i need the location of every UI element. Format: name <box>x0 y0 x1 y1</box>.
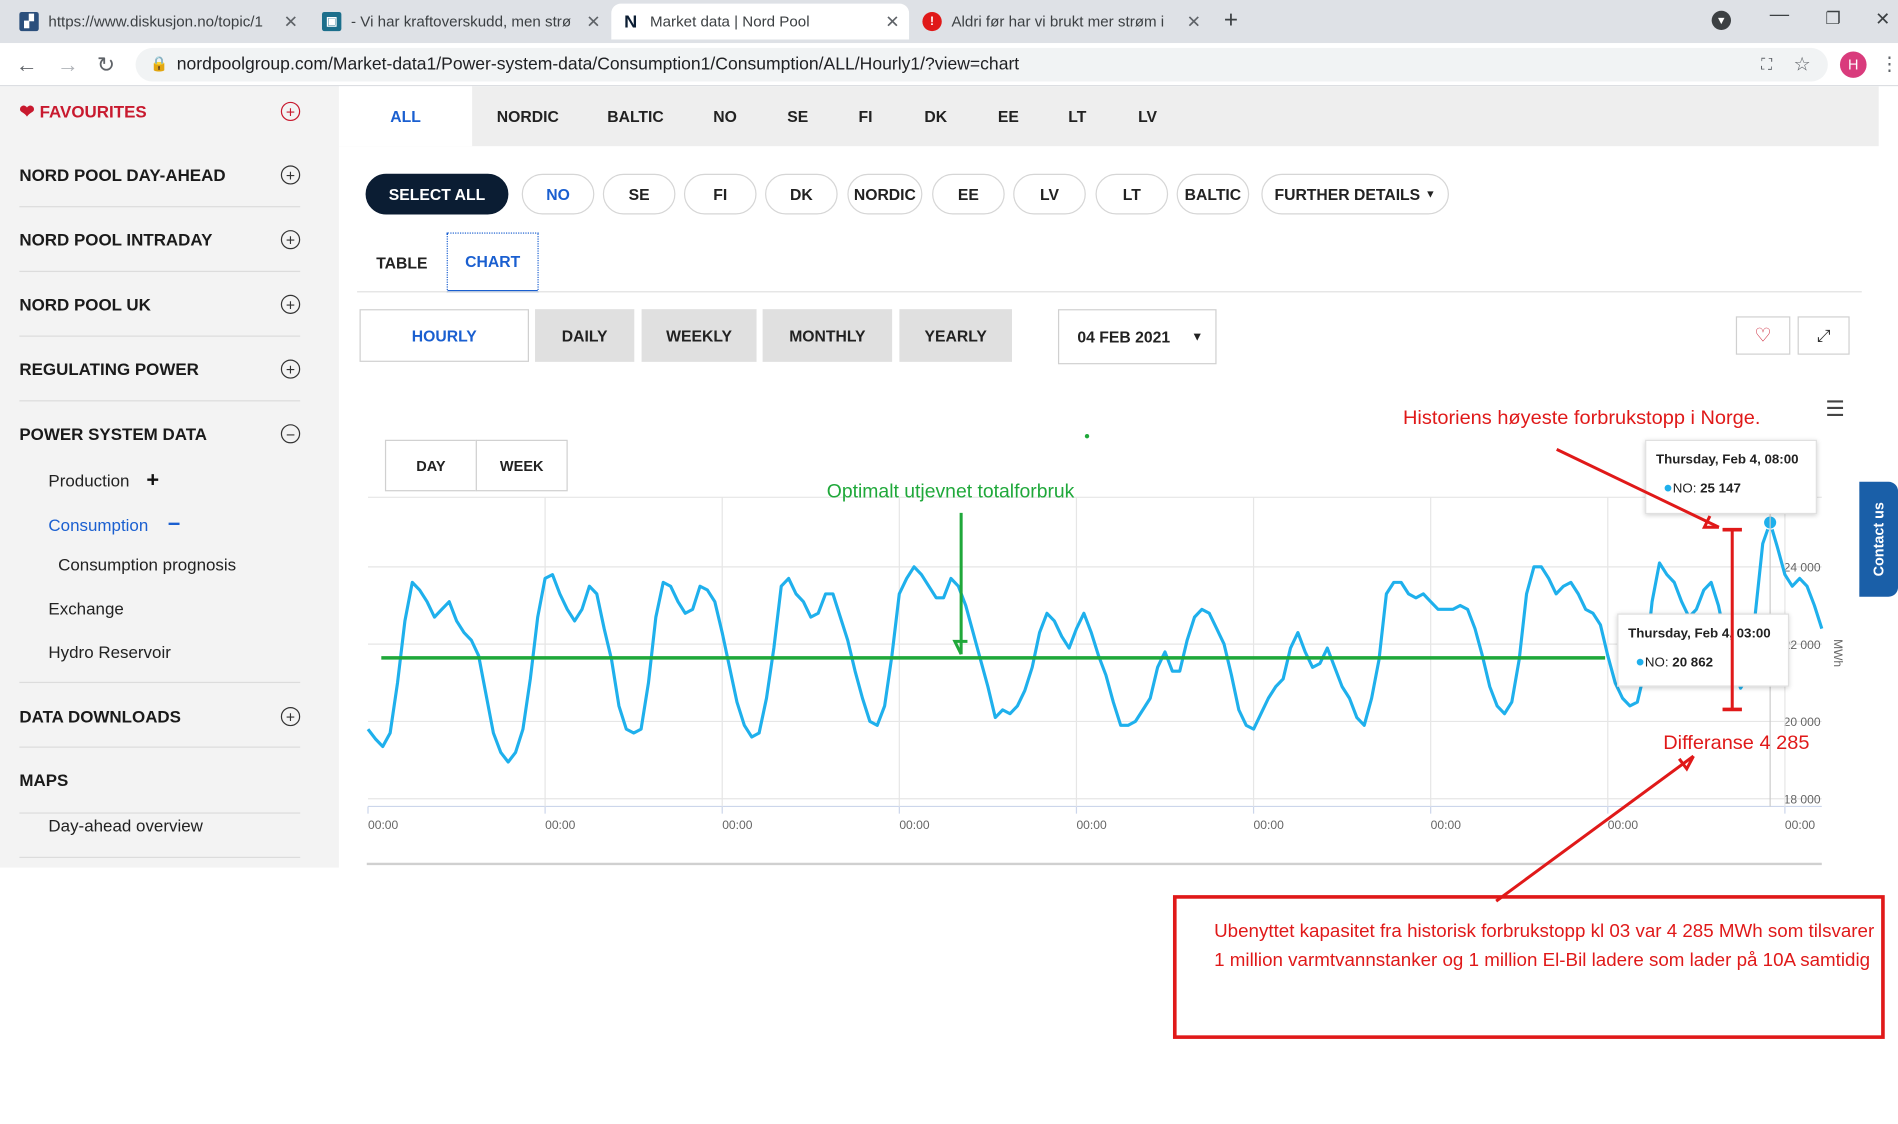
annotation-difference: Differanse 4 285 <box>1663 732 1810 754</box>
annotation-optimal: Optimalt utjevnet totalforbruk <box>826 481 1075 503</box>
note-arrow <box>1495 754 1695 903</box>
record-arrow <box>1556 448 1720 529</box>
annotation-record: Historiens høyeste forbrukstopp i Norge. <box>1402 407 1761 429</box>
annotation-note: Ubenyttet kapasitet fra historisk forbru… <box>1172 895 1885 1039</box>
green-dot <box>1084 434 1090 439</box>
